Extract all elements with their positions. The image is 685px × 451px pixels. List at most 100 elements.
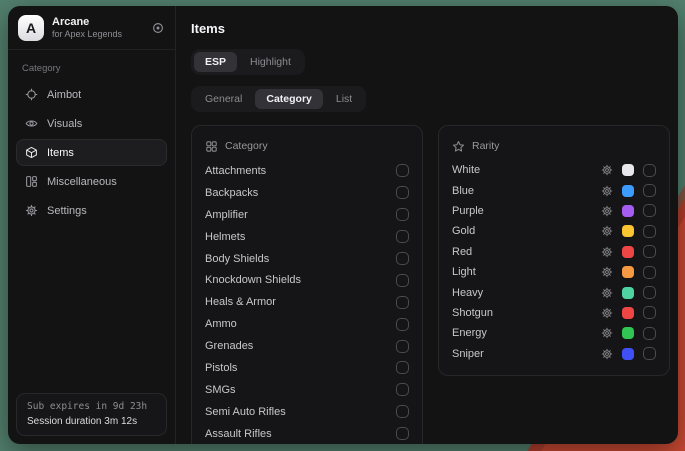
color-swatch[interactable] [622,348,634,360]
rarity-checkbox[interactable] [643,266,656,279]
grid-icon [205,140,218,153]
rarity-row: Purple [452,201,656,221]
tab-general[interactable]: General [194,89,253,109]
rarity-checkbox[interactable] [643,245,656,258]
sidebar-header: A Arcane for Apex Legends [8,6,175,50]
gear-icon[interactable] [601,205,613,217]
color-swatch[interactable] [622,287,634,299]
tab-list[interactable]: List [325,89,363,109]
category-row: Body Shields [205,248,409,270]
panels: Category Attachments Backpacks Amplifier… [191,125,670,444]
category-checkbox[interactable] [396,340,409,353]
rarity-checkbox[interactable] [643,327,656,340]
gear-icon[interactable] [601,164,613,176]
sidebar-section-label: Category [22,63,161,74]
subscription-card: Sub expires in 9d 23h Session duration 3… [16,393,167,436]
category-checkbox[interactable] [396,405,409,418]
category-row: Assault Rifles [205,423,409,444]
category-panel-title: Category [225,140,268,152]
color-swatch[interactable] [622,164,634,176]
tab-category[interactable]: Category [255,89,323,109]
rarity-checkbox[interactable] [643,184,656,197]
rarity-row: Red [452,242,656,262]
category-row: Backpacks [205,182,409,204]
rarity-label: Shotgun [452,307,493,319]
rarity-label: Heavy [452,287,483,299]
color-swatch[interactable] [622,327,634,339]
category-row: Heals & Armor [205,291,409,313]
rarity-checkbox[interactable] [643,164,656,177]
category-row: Knockdown Shields [205,269,409,291]
color-swatch[interactable] [622,205,634,217]
sidebar-item-visuals[interactable]: Visuals [16,110,167,137]
category-row: Helmets [205,226,409,248]
category-label: Body Shields [205,253,269,265]
gear-icon[interactable] [601,246,613,258]
category-checkbox[interactable] [396,427,409,440]
rarity-checkbox[interactable] [643,306,656,319]
color-swatch[interactable] [622,225,634,237]
sidebar-item-label: Miscellaneous [47,176,117,188]
category-checkbox[interactable] [396,164,409,177]
category-row: SMGs [205,379,409,401]
rarity-checkbox[interactable] [643,225,656,238]
subscription-expiry: Sub expires in 9d 23h [27,401,156,412]
target-icon[interactable] [151,21,165,35]
rarity-row: Sniper [452,344,656,364]
rarity-label: Light [452,266,476,278]
cube-icon [25,146,38,159]
app-subtitle: for Apex Legends [52,29,143,39]
rarity-checkbox[interactable] [643,347,656,360]
color-swatch[interactable] [622,185,634,197]
app-logo: A [18,15,44,41]
rarity-row: Shotgun [452,303,656,323]
sidebar-item-label: Items [47,147,74,159]
category-label: Grenades [205,340,253,352]
color-swatch[interactable] [622,266,634,278]
category-label: SMGs [205,384,236,396]
category-checkbox[interactable] [396,361,409,374]
category-label: Pistols [205,362,237,374]
category-checkbox[interactable] [396,296,409,309]
sidebar-item-label: Visuals [47,118,82,130]
gear-icon[interactable] [601,327,613,339]
mode-tabs: ESP Highlight [191,49,305,75]
category-checkbox[interactable] [396,186,409,199]
category-checkbox[interactable] [396,252,409,265]
gear-icon[interactable] [601,185,613,197]
page-title: Items [191,21,670,36]
gear-icon[interactable] [601,266,613,278]
color-swatch[interactable] [622,246,634,258]
layout-icon [25,175,38,188]
category-checkbox[interactable] [396,230,409,243]
tab-highlight[interactable]: Highlight [239,52,302,72]
rarity-label: Blue [452,185,474,197]
sidebar-item-items[interactable]: Items [16,139,167,166]
category-label: Assault Rifles [205,428,272,440]
rarity-checkbox[interactable] [643,204,656,217]
sidebar-item-aimbot[interactable]: Aimbot [16,81,167,108]
rarity-label: Purple [452,205,484,217]
gear-icon[interactable] [601,307,613,319]
tab-esp[interactable]: ESP [194,52,237,72]
gear-icon[interactable] [601,287,613,299]
category-row: Attachments [205,160,409,182]
category-checkbox[interactable] [396,274,409,287]
app-name: Arcane [52,16,143,29]
category-checkbox[interactable] [396,208,409,221]
rarity-label: Sniper [452,348,484,360]
sidebar-item-settings[interactable]: Settings [16,197,167,224]
gear-icon[interactable] [601,348,613,360]
rarity-label: White [452,164,480,176]
rarity-row: White [452,160,656,180]
rarity-panel: Rarity White Blue Purple Gold [438,125,670,376]
sidebar-item-label: Settings [47,205,87,217]
category-checkbox[interactable] [396,383,409,396]
rarity-row: Heavy [452,282,656,302]
gear-icon[interactable] [601,225,613,237]
color-swatch[interactable] [622,307,634,319]
app-window: A Arcane for Apex Legends Category Aimbo… [8,6,678,444]
sidebar-item-miscellaneous[interactable]: Miscellaneous [16,168,167,195]
category-checkbox[interactable] [396,318,409,331]
rarity-checkbox[interactable] [643,286,656,299]
